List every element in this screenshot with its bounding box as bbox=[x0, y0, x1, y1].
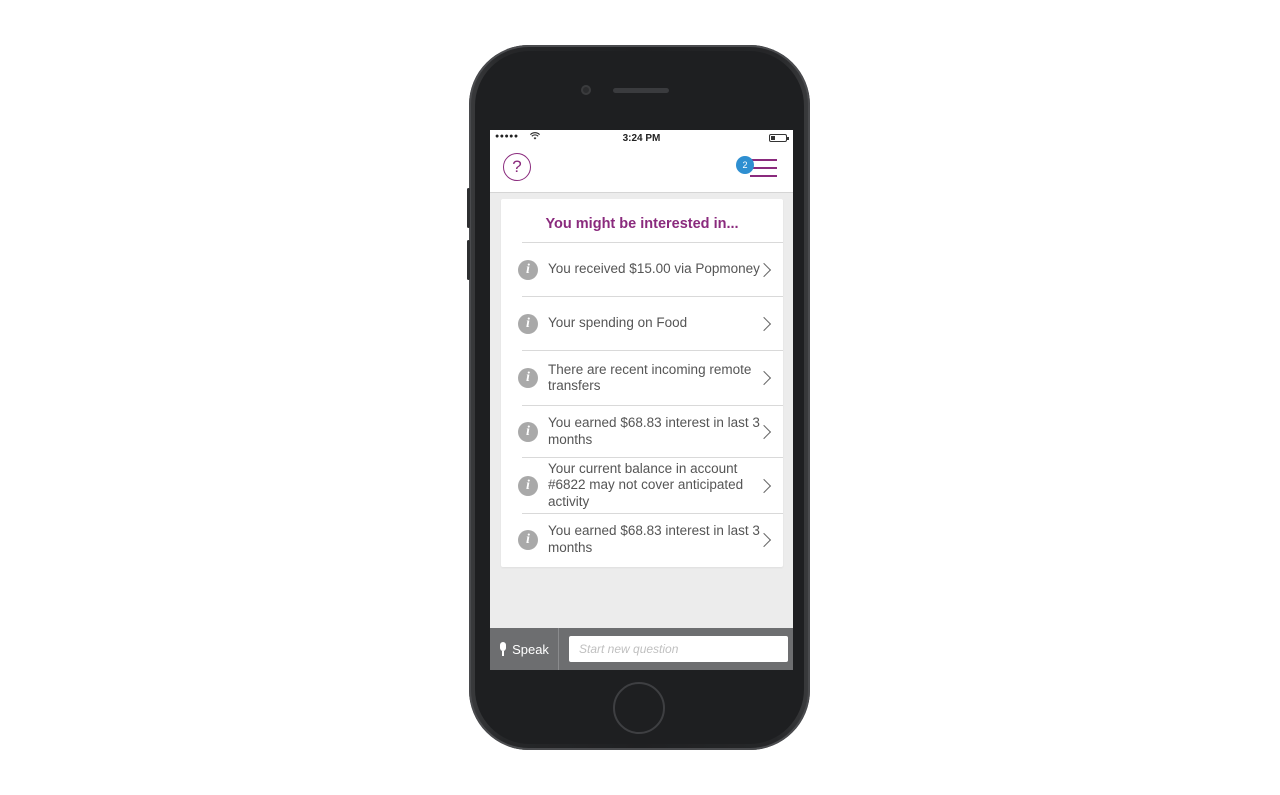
status-time: 3:24 PM bbox=[622, 133, 661, 144]
front-camera bbox=[581, 85, 591, 95]
help-icon: ? bbox=[512, 157, 522, 176]
suggestion-text: There are recent incoming remote transfe… bbox=[548, 361, 752, 394]
microphone-icon bbox=[499, 642, 507, 656]
suggestion-item[interactable]: i You earned $68.83 interest in last 3 m… bbox=[518, 513, 783, 565]
info-icon: i bbox=[518, 475, 538, 496]
phone-screen: ●●●●● 3:24 PM ? 2 You might be intereste… bbox=[490, 130, 793, 670]
info-icon: i bbox=[518, 313, 538, 334]
info-icon: i bbox=[518, 421, 538, 442]
notification-badge: 2 bbox=[736, 156, 754, 174]
suggestion-item[interactable]: i You received $15.00 via Popmoney bbox=[518, 242, 783, 296]
app-header: ? 2 bbox=[490, 148, 793, 193]
suggestion-item[interactable]: i You earned $68.83 interest in last 3 m… bbox=[518, 405, 783, 457]
hamburger-menu-icon bbox=[750, 159, 777, 161]
earpiece-speaker bbox=[613, 88, 669, 93]
info-icon: i bbox=[518, 259, 538, 280]
info-icon: i bbox=[518, 529, 538, 550]
suggestion-item[interactable]: i Your current balance in account #6822 … bbox=[518, 457, 783, 513]
hamburger-menu-icon bbox=[750, 167, 777, 169]
speak-label: Speak bbox=[512, 641, 549, 657]
help-button[interactable]: ? bbox=[503, 153, 531, 181]
battery-icon bbox=[769, 134, 789, 142]
question-input[interactable] bbox=[569, 636, 788, 662]
input-bar: Speak bbox=[490, 628, 793, 670]
suggestions-card: You might be interested in... i You rece… bbox=[501, 199, 783, 567]
speak-button[interactable]: Speak bbox=[490, 628, 559, 670]
home-button[interactable] bbox=[613, 682, 665, 734]
menu-button[interactable]: 2 bbox=[736, 156, 780, 184]
suggestion-text: You received $15.00 via Popmoney bbox=[548, 261, 760, 277]
suggestion-text: Your spending on Food bbox=[548, 315, 688, 331]
hamburger-menu-icon bbox=[750, 175, 777, 177]
suggestion-item[interactable]: i There are recent incoming remote trans… bbox=[518, 350, 783, 405]
phone-side-button bbox=[467, 188, 470, 228]
suggestion-text: Your current balance in account #6822 ma… bbox=[548, 460, 744, 509]
info-icon: i bbox=[518, 368, 538, 388]
card-title: You might be interested in... bbox=[545, 216, 739, 232]
suggestion-text: You earned $68.83 interest in last 3 mon… bbox=[548, 415, 760, 447]
suggestion-item[interactable]: i Your spending on Food bbox=[518, 296, 783, 350]
suggestion-text: You earned $68.83 interest in last 3 mon… bbox=[548, 523, 760, 555]
phone-side-button bbox=[467, 240, 470, 280]
status-bar: ●●●●● 3:24 PM bbox=[490, 130, 793, 148]
